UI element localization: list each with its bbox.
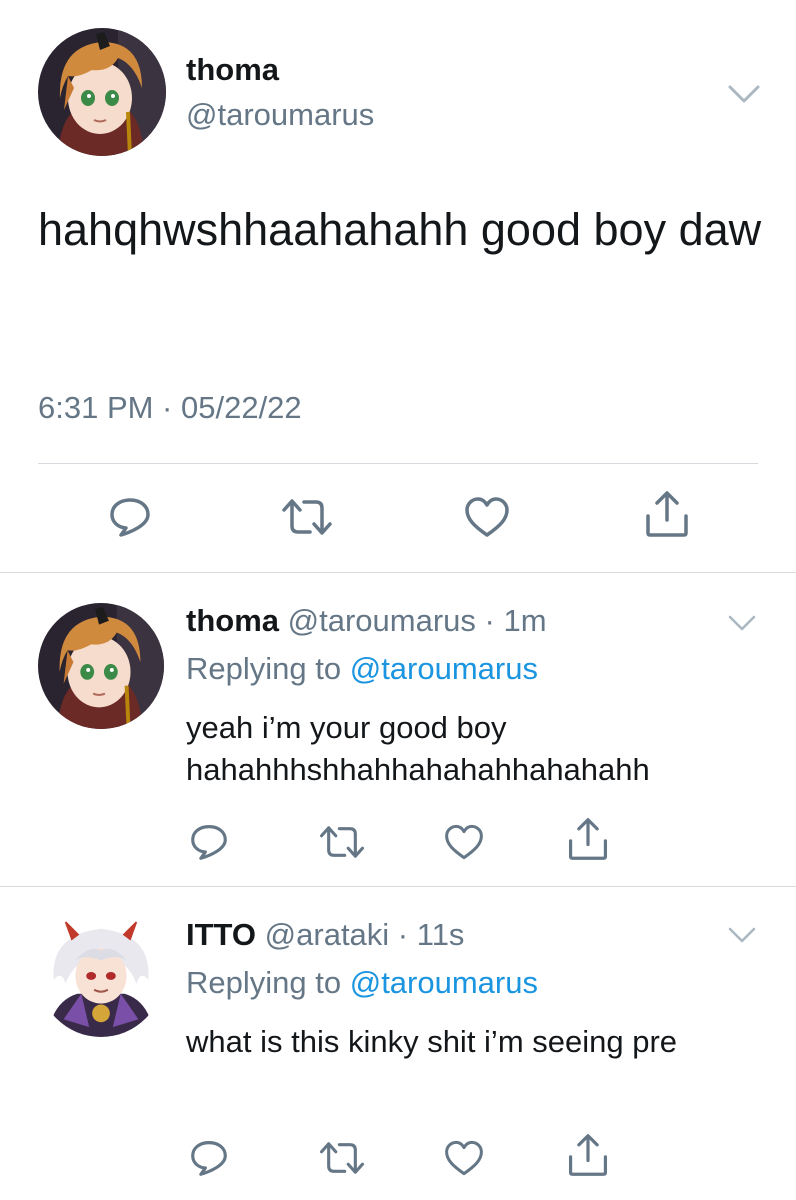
- dot-separator: ·: [389, 917, 417, 952]
- reply-button[interactable]: [109, 496, 151, 538]
- like-icon: [445, 1140, 483, 1176]
- retweet-icon: [282, 499, 332, 535]
- retweet-button[interactable]: [318, 823, 366, 861]
- share-icon: [568, 1134, 608, 1176]
- reply-tweet[interactable]: ITTO @arataki · 11s Replying to @tarouma…: [0, 887, 796, 1200]
- avatar[interactable]: [38, 28, 166, 156]
- replying-prefix: Replying to: [186, 651, 342, 686]
- share-button[interactable]: [643, 490, 691, 538]
- mention-link[interactable]: @taroumarus: [350, 965, 538, 1000]
- chevron-down-icon: [728, 615, 756, 631]
- author-name[interactable]: ITTO: [186, 917, 256, 952]
- replying-to: Replying to @taroumarus: [186, 651, 538, 687]
- author-handle[interactable]: @taroumarus: [288, 603, 476, 638]
- reply-header: thoma @taroumarus · 1m: [186, 603, 547, 639]
- like-button[interactable]: [444, 823, 484, 861]
- like-button[interactable]: [444, 1139, 484, 1177]
- retweet-icon: [320, 1142, 364, 1174]
- avatar-thoma-icon: [38, 603, 164, 729]
- reply-time[interactable]: 1m: [503, 603, 546, 638]
- share-button[interactable]: [566, 1133, 610, 1177]
- avatar-itto-icon: [38, 911, 164, 1037]
- more-options-button[interactable]: [727, 613, 757, 633]
- reply-icon: [191, 1141, 227, 1176]
- author-handle[interactable]: @arataki: [265, 917, 390, 952]
- author-name[interactable]: thoma: [186, 52, 279, 88]
- like-icon: [445, 824, 483, 860]
- like-icon: [465, 497, 509, 537]
- tweet-text: yeah i’m your good boy hahahhhshhahhahah…: [186, 710, 650, 787]
- avatar-thoma-icon: [38, 28, 166, 156]
- main-tweet: thoma @taroumarus hahqhwshhaahahahh good…: [0, 0, 796, 572]
- like-button[interactable]: [464, 496, 510, 538]
- avatar[interactable]: [38, 603, 164, 729]
- author-handle[interactable]: @taroumarus: [186, 97, 374, 133]
- reply-icon: [191, 825, 227, 860]
- reply-time[interactable]: 11s: [417, 917, 465, 952]
- chevron-down-icon: [728, 85, 760, 103]
- mention-link[interactable]: @taroumarus: [350, 651, 538, 686]
- replying-prefix: Replying to: [186, 965, 342, 1000]
- share-button[interactable]: [566, 817, 610, 861]
- dot-separator: ·: [475, 603, 504, 638]
- divider: [38, 463, 758, 464]
- tweet-text: what is this kinky shit i’m seeing pre: [186, 1024, 678, 1059]
- reply-tweet[interactable]: thoma @taroumarus · 1m Replying to @taro…: [0, 573, 796, 886]
- reply-button[interactable]: [190, 1139, 228, 1177]
- retweet-button[interactable]: [280, 496, 334, 538]
- avatar[interactable]: [38, 911, 164, 1037]
- reply-button[interactable]: [190, 823, 228, 861]
- reply-icon: [110, 498, 150, 537]
- more-options-button[interactable]: [727, 925, 757, 945]
- retweet-button[interactable]: [318, 1139, 366, 1177]
- chevron-down-icon: [728, 927, 756, 943]
- tweet-text: hahqhwshhaahahahh good boy daw: [38, 204, 762, 255]
- share-icon: [568, 818, 608, 860]
- reply-header: ITTO @arataki · 11s: [186, 917, 464, 953]
- replying-to: Replying to @taroumarus: [186, 965, 538, 1001]
- tweet-timestamp[interactable]: 6:31 PM · 05/22/22: [38, 390, 302, 426]
- retweet-icon: [320, 826, 364, 858]
- more-options-button[interactable]: [727, 82, 761, 106]
- author-name[interactable]: thoma: [186, 603, 279, 638]
- share-icon: [646, 491, 688, 537]
